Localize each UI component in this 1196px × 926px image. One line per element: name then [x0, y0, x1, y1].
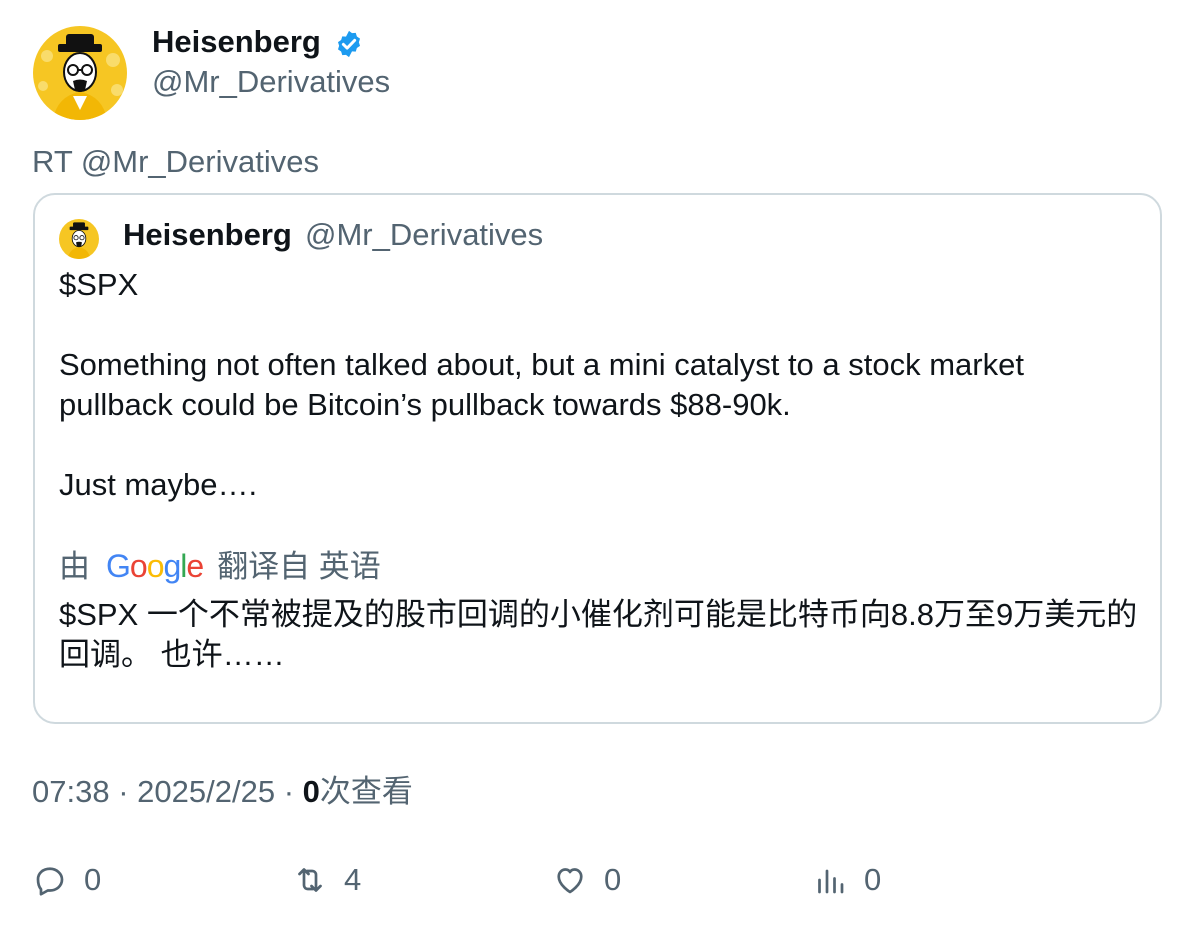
tweet-date[interactable]: 2025/2/25 — [137, 774, 275, 809]
retweet-line: RT @Mr_Derivatives — [32, 144, 319, 179]
heart-icon — [557, 868, 583, 894]
retweet-button[interactable]: 4 — [292, 860, 361, 900]
quoted-author-handle[interactable]: @Mr_Derivatives — [305, 215, 543, 255]
views-button[interactable]: 0 — [812, 860, 881, 900]
quoted-avatar[interactable] — [59, 219, 99, 259]
avatar[interactable] — [33, 26, 127, 120]
separator: · — [118, 774, 129, 809]
retweet-icon — [298, 868, 322, 892]
google-logo: Google — [106, 548, 204, 584]
translate-prefix: 由 — [59, 549, 90, 584]
view-count: 0 — [302, 774, 320, 809]
quoted-text-paragraph: Something not often talked about, but a … — [59, 347, 1024, 422]
like-count: 0 — [604, 862, 622, 897]
verified-badge-icon — [338, 30, 360, 58]
translation-attribution[interactable]: 由 Google 翻译自 英语 — [59, 546, 381, 587]
translated-text: $SPX 一个不常被提及的股市回调的小催化剂可能是比特币向8.8万至9万美元的回… — [59, 597, 1138, 672]
quoted-tweet-text: $SPX Something not often talked about, b… — [59, 265, 1139, 505]
quoted-author-name[interactable]: Heisenberg — [123, 215, 292, 255]
like-button[interactable]: 0 — [552, 860, 621, 900]
reply-count: 0 — [84, 862, 102, 897]
quoted-text-line: $SPX — [59, 267, 139, 302]
translate-suffix: 翻译自 英语 — [217, 549, 381, 584]
tweet-meta: 07:38 · 2025/2/25 · 0次查看 — [32, 772, 413, 812]
reply-button[interactable]: 0 — [32, 860, 101, 900]
heisenberg-avatar-image — [33, 26, 127, 120]
author-handle[interactable]: @Mr_Derivatives — [152, 62, 390, 102]
views-count: 0 — [864, 862, 882, 897]
quoted-tweet-card[interactable]: Heisenberg @Mr_Derivatives $SPX Somethin… — [33, 193, 1162, 724]
heisenberg-avatar-image — [59, 219, 99, 259]
reply-icon — [36, 867, 64, 896]
separator: · — [283, 774, 295, 809]
quoted-text-paragraph: Just maybe…. — [59, 467, 258, 502]
analytics-icon — [818, 869, 844, 894]
action-bar: 0 4 0 0 — [32, 860, 1172, 900]
view-label: 次查看 — [319, 774, 413, 809]
author-name[interactable]: Heisenberg — [152, 22, 321, 62]
tweet-time[interactable]: 07:38 — [32, 774, 110, 809]
retweet-count: 4 — [344, 862, 362, 897]
